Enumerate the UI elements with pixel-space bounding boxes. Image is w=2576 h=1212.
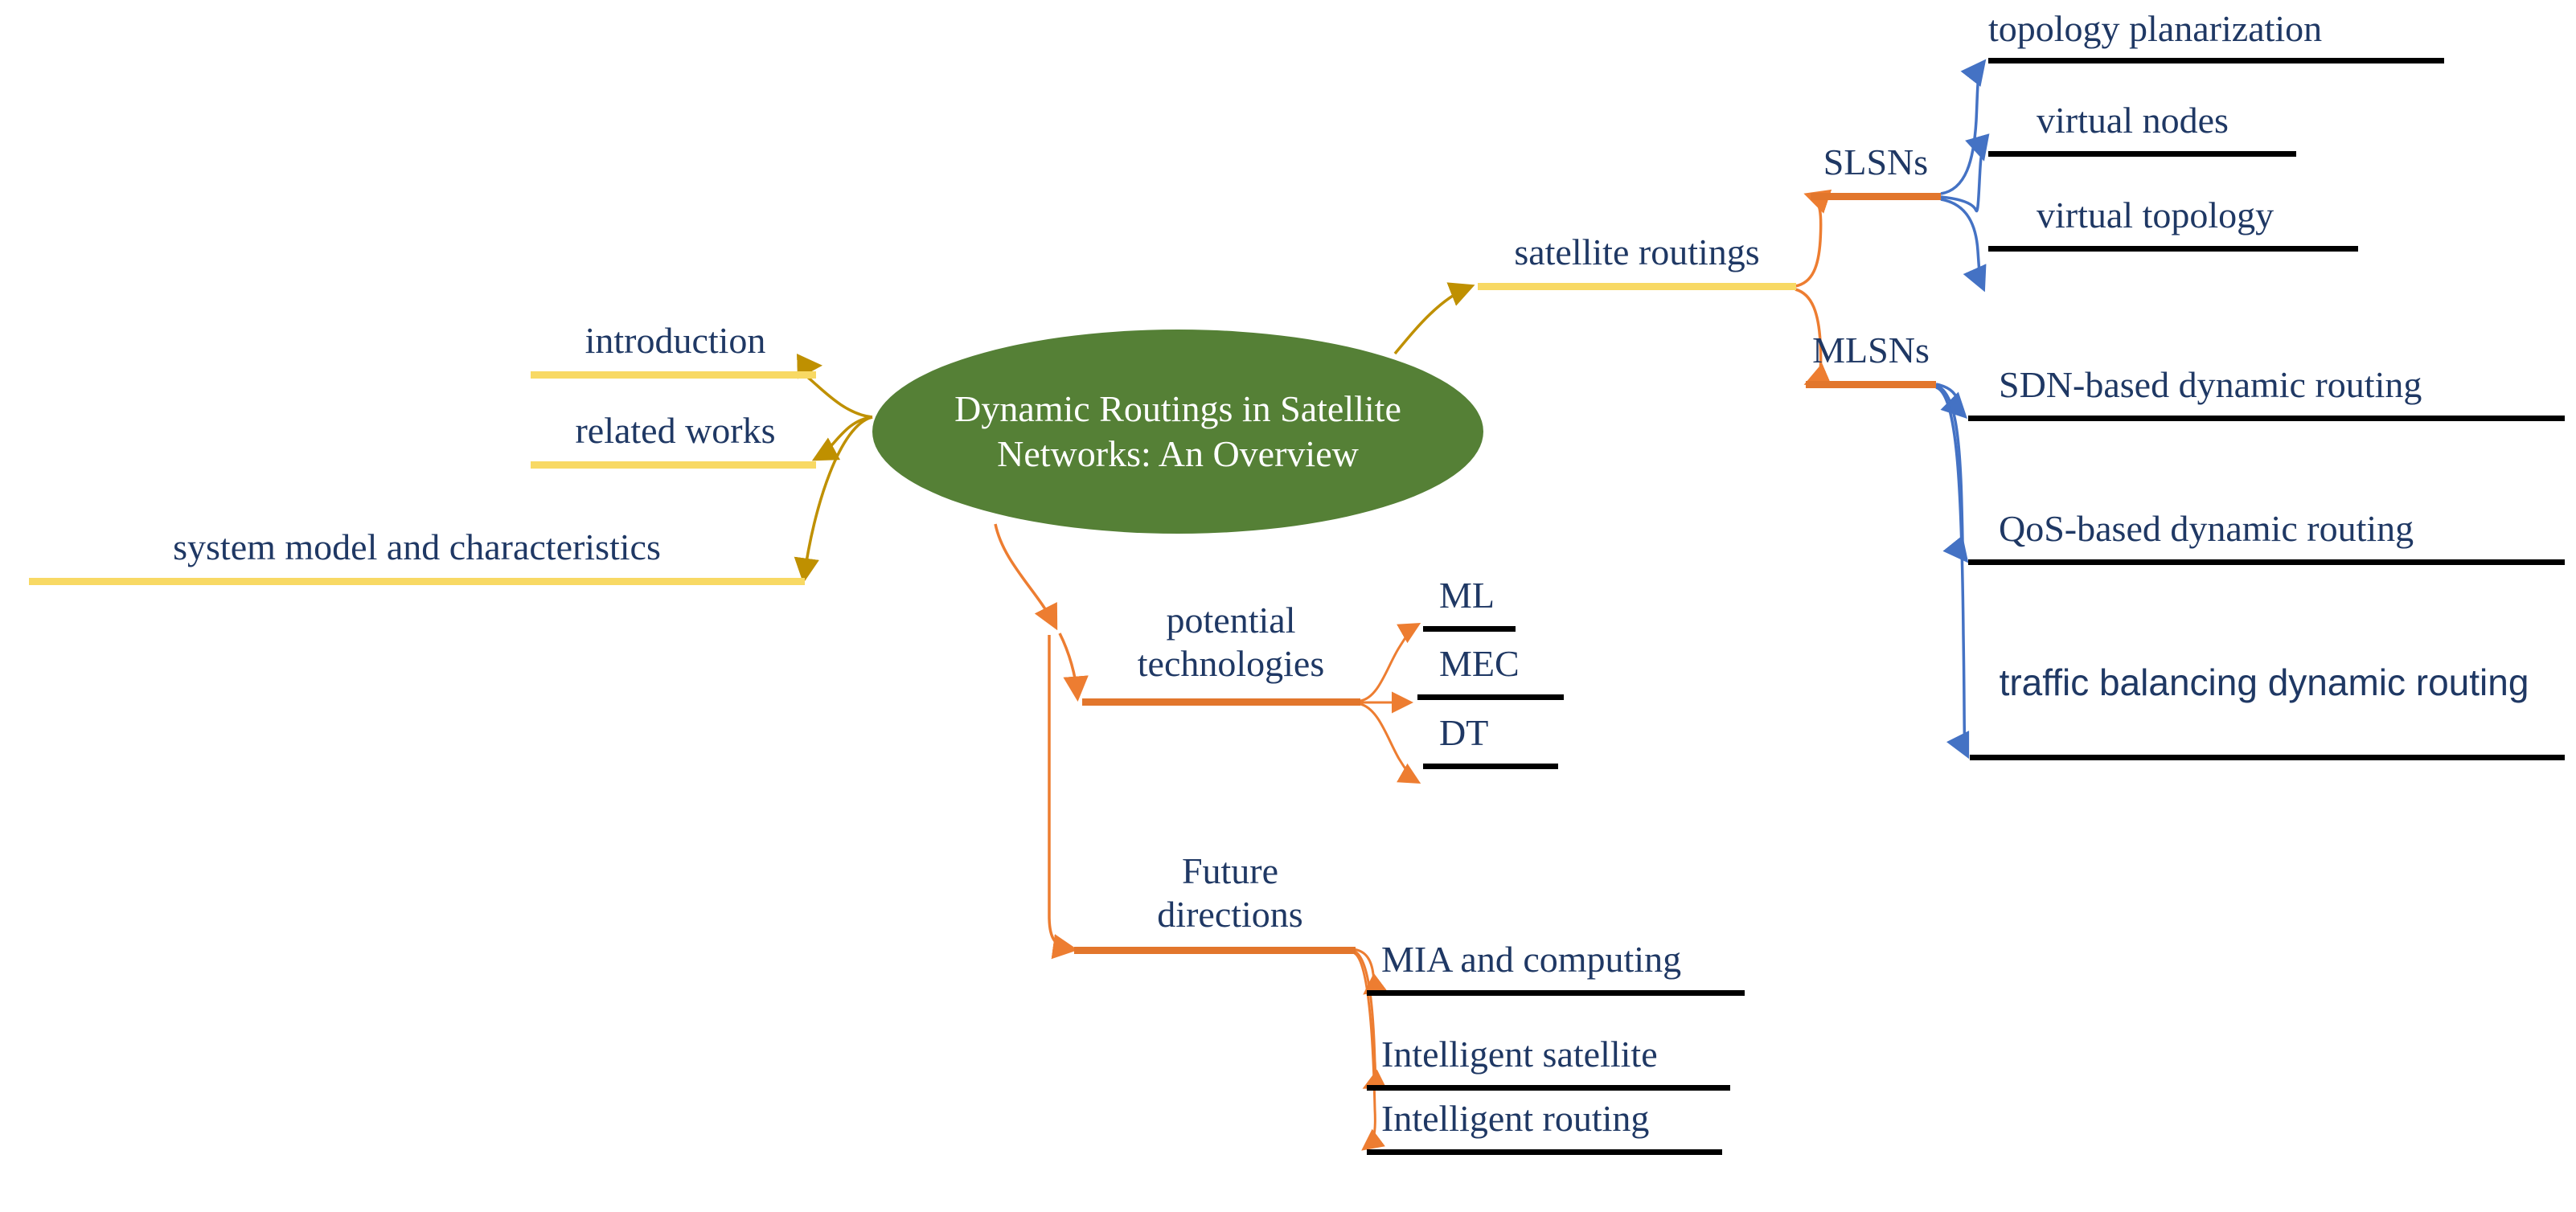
branch-slsns-label[interactable]: SLSNs: [1811, 142, 1941, 182]
leaf-dt-label[interactable]: DT: [1439, 713, 1488, 753]
leaf-mia-and-computing-underline: [1367, 990, 1745, 996]
branch-satellite-routings-underline: [1478, 283, 1796, 290]
leaf-traffic-balancing-dynamic-routing-label[interactable]: traffic balancing dynamic routing: [1999, 661, 2529, 704]
branch-introduction-underline: [531, 371, 816, 379]
branch-mlsns-underline: [1806, 381, 1936, 388]
leaf-topology-planarization-underline: [1988, 58, 2444, 63]
future-directions-connector: [1048, 635, 1078, 960]
leaf-ml-label[interactable]: ML: [1439, 575, 1495, 616]
satellite-routings-connector: [1393, 282, 1475, 355]
left-branch-connectors: [794, 354, 873, 583]
leaf-ml-underline: [1423, 626, 1516, 632]
leaf-intelligent-routing-underline: [1367, 1149, 1722, 1155]
leaf-mec-label[interactable]: MEC: [1439, 644, 1520, 684]
branch-related-works-label[interactable]: related works: [531, 411, 820, 451]
leaf-virtual-nodes-underline: [1988, 151, 2296, 157]
leaf-qos-based-dynamic-routing-label[interactable]: QoS-based dynamic routing: [1999, 509, 2414, 549]
branch-introduction-label[interactable]: introduction: [531, 321, 820, 361]
leaf-sdn-based-dynamic-routing-underline: [1968, 416, 2565, 421]
leaf-sdn-based-dynamic-routing-label[interactable]: SDN-based dynamic routing: [1999, 365, 2422, 405]
leaf-intelligent-satellite-label[interactable]: Intelligent satellite: [1381, 1034, 1658, 1075]
leaf-virtual-topology-label[interactable]: virtual topology: [2037, 195, 2274, 235]
leaf-traffic-balancing-dynamic-routing-underline: [1970, 755, 2565, 760]
leaf-virtual-topology-underline: [1988, 246, 2358, 252]
potential-technologies-children-connectors: [1360, 623, 1421, 784]
branch-satellite-routings-label[interactable]: satellite routings: [1478, 232, 1796, 272]
potential-technologies-connector: [994, 523, 1089, 702]
branch-future-directions-underline: [1074, 947, 1356, 954]
branch-potential-technologies-label[interactable]: potential technologies: [1101, 599, 1360, 686]
leaf-qos-based-dynamic-routing-underline: [1968, 559, 2565, 565]
mind-map-canvas: Dynamic Routings in Satellite Networks: …: [0, 0, 2576, 1212]
leaf-dt-underline: [1423, 764, 1558, 769]
branch-mlsns-label[interactable]: MLSNs: [1806, 330, 1936, 371]
branch-future-directions-label[interactable]: Future directions: [1110, 850, 1351, 937]
root-node-label: Dynamic Routings in Satellite Networks: …: [954, 387, 1401, 474]
branch-related-works-underline: [531, 461, 816, 469]
branch-system-model-label[interactable]: system model and characteristics: [29, 527, 805, 567]
mlsns-children-connectors: [1935, 383, 1970, 760]
leaf-mia-and-computing-label[interactable]: MIA and computing: [1381, 940, 1681, 980]
branch-slsns-underline: [1811, 193, 1941, 200]
leaf-virtual-nodes-label[interactable]: virtual nodes: [2037, 100, 2229, 141]
slsns-children-connectors: [1940, 59, 1990, 293]
branch-system-model-underline: [29, 578, 805, 585]
leaf-intelligent-satellite-underline: [1367, 1085, 1730, 1091]
leaf-mec-underline: [1417, 694, 1564, 700]
branch-potential-technologies-underline: [1082, 698, 1360, 706]
leaf-topology-planarization-label[interactable]: topology planarization: [1988, 9, 2322, 49]
future-directions-children-connectors: [1352, 948, 1387, 1151]
root-node[interactable]: Dynamic Routings in Satellite Networks: …: [872, 330, 1483, 534]
leaf-intelligent-routing-label[interactable]: Intelligent routing: [1381, 1099, 1649, 1139]
